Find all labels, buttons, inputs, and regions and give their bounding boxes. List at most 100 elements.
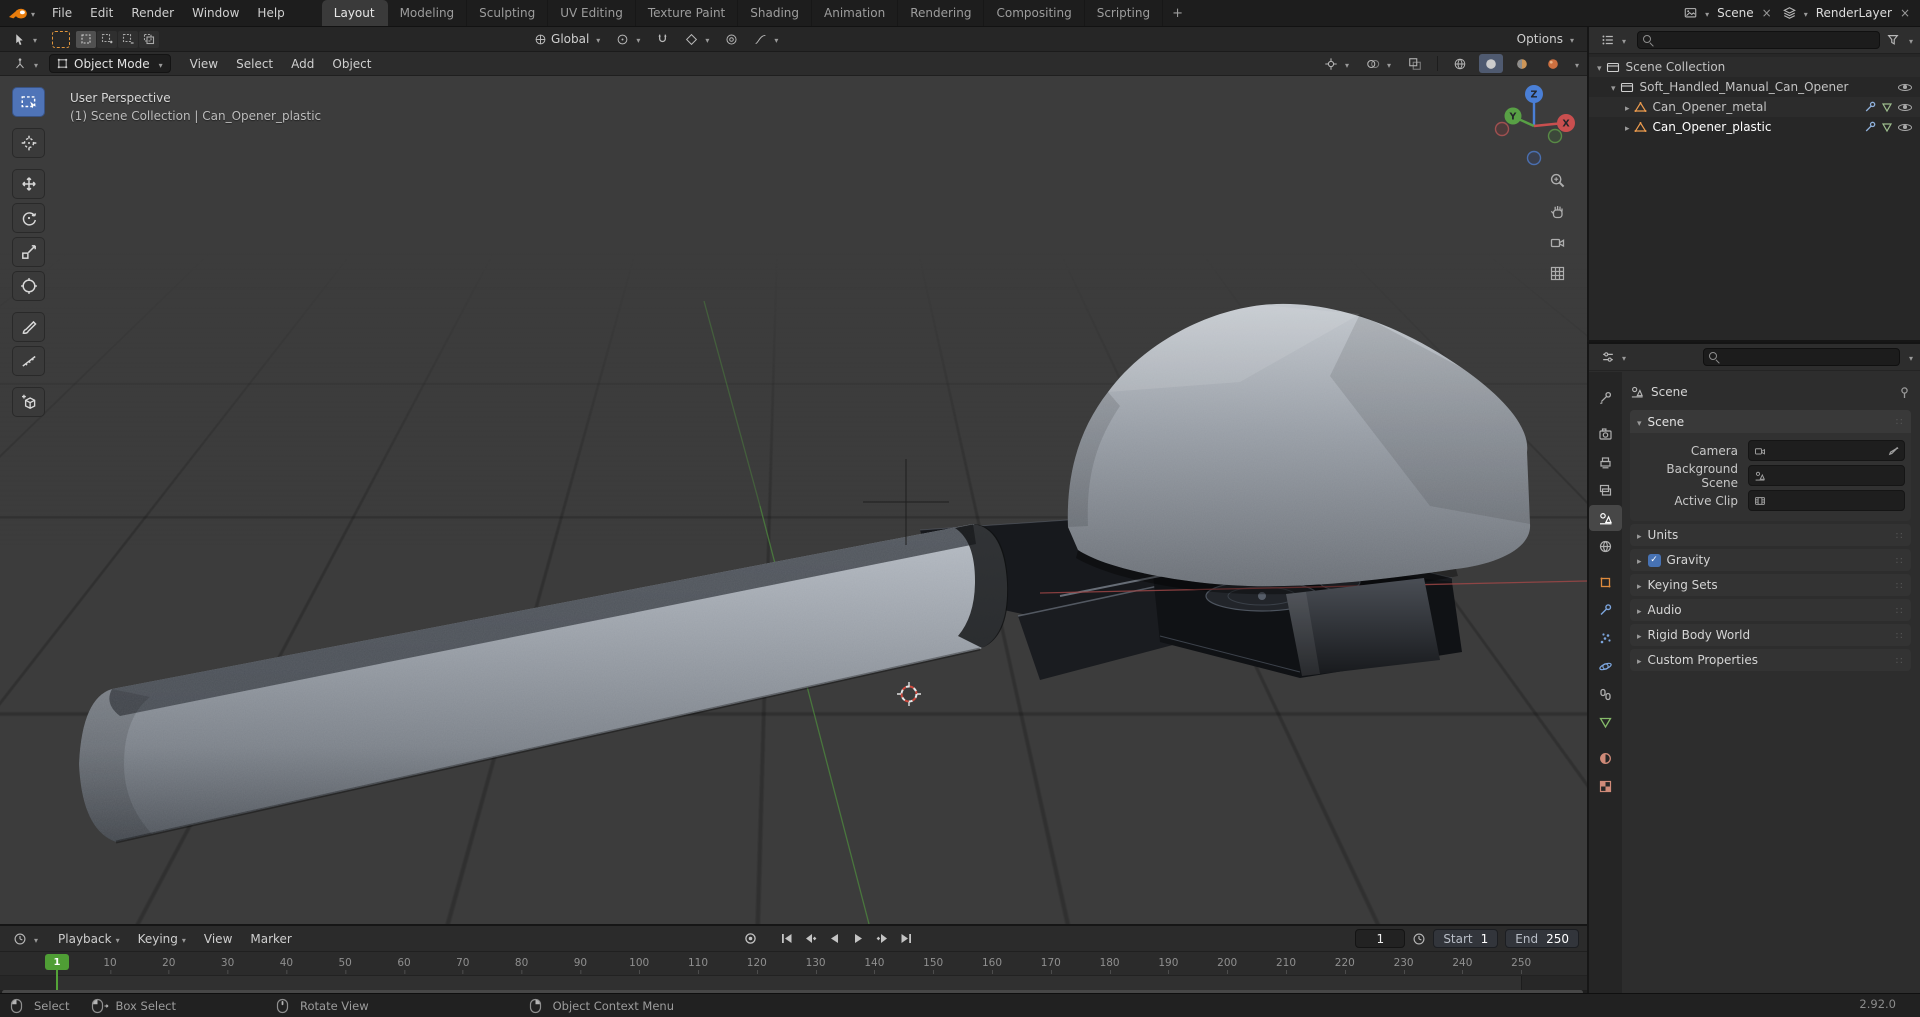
shading-solid-button[interactable] — [1478, 54, 1503, 73]
current-frame-field[interactable]: 1 — [1355, 929, 1406, 948]
viewport-menu-item[interactable]: Object — [323, 57, 380, 71]
current-frame-line[interactable] — [56, 969, 58, 990]
timeline-menu-item[interactable]: Marker — [241, 932, 300, 946]
mode-subtract-button[interactable] — [118, 30, 139, 48]
workspace-tab[interactable]: Layout — [321, 0, 388, 26]
jump-to-end-button[interactable] — [896, 930, 916, 948]
panel-grip-dots[interactable]: :: — [1895, 416, 1904, 427]
current-frame-marker[interactable]: 1 — [45, 954, 69, 970]
hide-in-viewport-toggle[interactable] — [1898, 101, 1912, 114]
pin-icon[interactable] — [1898, 386, 1911, 399]
mesh-data-icon[interactable] — [1881, 101, 1893, 113]
viewport-menu-item[interactable]: Select — [227, 57, 282, 71]
menu-item[interactable]: File — [43, 0, 81, 26]
disclosure-triangle-icon[interactable] — [1611, 80, 1616, 94]
panel-grip-dots[interactable]: :: — [1895, 655, 1904, 666]
options-dropdown[interactable]: Options — [1512, 30, 1579, 48]
properties-tab-world[interactable] — [1589, 533, 1622, 559]
navigation-gizmo[interactable]: Z Y X — [1488, 80, 1580, 172]
timeline-menu-item[interactable]: Keying — [129, 932, 195, 946]
eyedropper-icon[interactable] — [1887, 445, 1899, 457]
workspace-tab[interactable]: Texture Paint — [636, 0, 739, 26]
hide-in-viewport-toggle[interactable] — [1898, 121, 1912, 134]
xray-toggle[interactable] — [1403, 55, 1427, 73]
properties-tab-modifiers[interactable] — [1589, 597, 1622, 623]
properties-tab-constraints[interactable] — [1589, 681, 1622, 707]
properties-tab-particles[interactable] — [1589, 625, 1622, 651]
3d-viewport[interactable]: User Perspective (1) Scene Collection | … — [0, 76, 1587, 924]
timeline-ruler[interactable]: 10 20 30 40 50 60 70 80 90 100 110 120 130 140 150 160 1… — [0, 952, 1587, 976]
properties-panel-header[interactable]: ✓ Custom Properties :: — [1630, 649, 1911, 671]
unlink-scene-button[interactable]: × — [1762, 6, 1772, 20]
camera-field[interactable] — [1748, 440, 1905, 461]
properties-tab-tool[interactable] — [1589, 385, 1622, 411]
zoom-icon[interactable] — [1549, 172, 1566, 189]
next-keyframe-button[interactable] — [872, 930, 892, 948]
properties-tab-object-data[interactable] — [1589, 709, 1622, 735]
tool-add-cube[interactable] — [12, 387, 45, 417]
properties-tab-render[interactable] — [1589, 421, 1622, 447]
gizmo-minus-y-axis[interactable] — [1547, 128, 1563, 144]
workspace-tab[interactable]: Sculpting — [467, 0, 549, 26]
scene-selector[interactable]: Scene × — [1683, 6, 1772, 20]
start-frame-field[interactable]: Start 1 — [1433, 929, 1499, 948]
tool-move[interactable] — [12, 169, 45, 199]
end-frame-field[interactable]: End 250 — [1505, 929, 1579, 948]
panel-grip-dots[interactable]: :: — [1895, 630, 1904, 641]
view-layer-selector[interactable]: RenderLayer × — [1782, 6, 1910, 20]
jump-to-start-button[interactable] — [776, 930, 796, 948]
properties-tab-material[interactable] — [1589, 745, 1622, 771]
tool-rotate[interactable] — [12, 203, 45, 233]
timeline-menu-item[interactable]: Playback — [49, 932, 129, 946]
properties-panel-header[interactable]: ✓ Units :: — [1630, 524, 1911, 546]
mode-set-button[interactable] — [76, 30, 97, 48]
proportional-falloff-dropdown[interactable] — [749, 30, 783, 48]
shading-dropdown-icon[interactable] — [1572, 57, 1579, 71]
outliner-row-can-opener-metal[interactable]: Can_Opener_metal — [1589, 97, 1920, 117]
tool-cursor[interactable] — [12, 128, 45, 158]
gizmo-minus-z-axis[interactable] — [1526, 150, 1542, 166]
menu-item[interactable]: Render — [122, 0, 183, 26]
tool-measure[interactable] — [12, 346, 45, 376]
outliner-search-input[interactable] — [1637, 31, 1880, 49]
snap-toggle[interactable] — [651, 31, 674, 48]
properties-panel-header[interactable]: ✓ Audio :: — [1630, 599, 1911, 621]
blender-menu-button[interactable] — [0, 0, 43, 26]
menu-item[interactable]: Window — [183, 0, 248, 26]
previous-keyframe-button[interactable] — [800, 930, 820, 948]
tool-annotate[interactable] — [12, 312, 45, 342]
panel-grip-dots[interactable]: :: — [1895, 580, 1904, 591]
properties-search-input[interactable] — [1703, 348, 1900, 366]
properties-tab-object[interactable] — [1589, 569, 1622, 595]
background-scene-field[interactable] — [1748, 465, 1905, 486]
tool-transform[interactable] — [12, 271, 45, 301]
workspace-tab[interactable]: Modeling — [388, 0, 468, 26]
gizmo-minus-x-axis[interactable] — [1494, 121, 1510, 137]
timeline-menu-item[interactable]: View — [195, 932, 241, 946]
active-clip-field[interactable] — [1748, 490, 1905, 511]
scene-panel-header[interactable]: Scene :: — [1630, 410, 1911, 433]
workspace-tab[interactable]: Rendering — [898, 0, 985, 26]
tool-box-select[interactable] — [12, 87, 45, 117]
camera-view-icon[interactable] — [1549, 234, 1566, 251]
viewport-menu-item[interactable]: Add — [282, 57, 323, 71]
active-tool-dropdown[interactable] — [8, 30, 42, 48]
properties-panel-header[interactable]: ✓ Keying Sets :: — [1630, 574, 1911, 596]
outliner-row-can-opener-plastic[interactable]: Can_Opener_plastic — [1589, 117, 1920, 137]
mode-dropdown[interactable]: Object Mode — [49, 54, 171, 73]
gizmo-toggle-dropdown[interactable] — [1319, 55, 1354, 73]
play-reverse-button[interactable] — [824, 930, 844, 948]
properties-editor-type-dropdown[interactable] — [1596, 348, 1631, 366]
checkbox-checked[interactable]: ✓ — [1647, 553, 1661, 567]
panel-grip-dots[interactable]: :: — [1895, 530, 1904, 541]
snap-settings-dropdown[interactable] — [680, 30, 714, 48]
mode-extend-button[interactable] — [97, 30, 118, 48]
shading-wireframe-button[interactable] — [1448, 54, 1472, 73]
timeline-editor-type-dropdown[interactable] — [8, 930, 43, 948]
editor-type-dropdown[interactable] — [8, 55, 43, 73]
panel-grip-dots[interactable]: :: — [1895, 555, 1904, 566]
toggle-ortho-icon[interactable] — [1549, 265, 1566, 282]
menu-item[interactable]: Edit — [81, 0, 122, 26]
filter-options-icon[interactable] — [1906, 350, 1913, 364]
properties-tab-scene[interactable] — [1589, 505, 1622, 531]
